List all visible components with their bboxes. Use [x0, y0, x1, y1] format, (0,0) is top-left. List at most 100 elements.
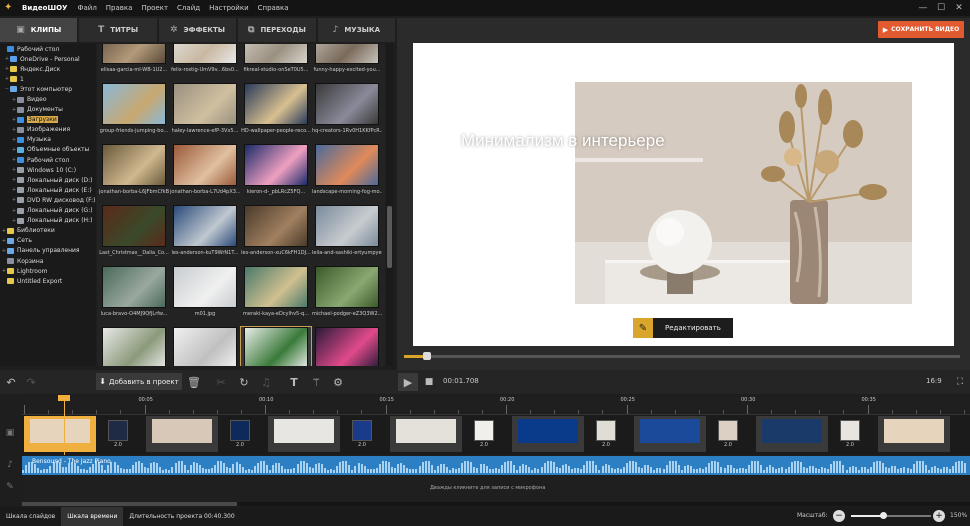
grid-scroll-thumb[interactable]: [387, 206, 392, 268]
fullscreen-icon[interactable]: ⛶: [952, 370, 968, 394]
aspect-ratio-selector[interactable]: 16:9: [926, 377, 942, 385]
audio-track-clip[interactable]: [22, 456, 970, 475]
tree-item[interactable]: + Документы: [0, 105, 96, 115]
tree-item[interactable]: + Яндекс.Диск: [0, 64, 96, 74]
minimize-icon[interactable]: —: [914, 0, 932, 16]
slide-subtitle-placeholder[interactable]: [463, 158, 703, 162]
media-thumbnail[interactable]: mini2_обработка.jpg: [170, 327, 240, 366]
edit-slide-button[interactable]: ✎ Редактировать: [633, 318, 733, 338]
transition-block[interactable]: [230, 420, 250, 441]
tab-titles[interactable]: T ТИТРЫ: [79, 18, 157, 42]
media-thumbnail[interactable]: HD-wallpaper-people-reco...: [241, 83, 311, 145]
tree-item[interactable]: + Локальный диск (G:): [0, 206, 96, 216]
media-thumbnail[interactable]: les-anderson-kuT9WrN1T...: [170, 205, 240, 267]
tree-item[interactable]: − Этот компьютер: [0, 84, 96, 94]
menu-edit[interactable]: Правка: [106, 4, 133, 12]
timeline-slide[interactable]: [756, 416, 828, 452]
preview-seek-handle[interactable]: [423, 352, 432, 360]
delete-icon[interactable]: 🗑: [186, 370, 202, 394]
timeline-ruler[interactable]: [22, 395, 970, 415]
tree-item[interactable]: Корзина: [0, 256, 96, 266]
timeline-scrollbar[interactable]: [22, 502, 970, 506]
transition-block[interactable]: [474, 420, 494, 441]
transition-block[interactable]: [108, 420, 128, 441]
zoom-out-button[interactable]: −: [833, 510, 845, 522]
playhead[interactable]: [64, 395, 65, 455]
maximize-icon[interactable]: ☐: [932, 0, 950, 16]
timeline-slide[interactable]: [512, 416, 584, 452]
media-thumbnail[interactable]: landscape-morning-fog-mo...: [312, 144, 382, 206]
transition-block[interactable]: [596, 420, 616, 441]
rotate-icon[interactable]: ↻: [236, 370, 252, 394]
timeline-slide[interactable]: [634, 416, 706, 452]
media-thumbnail[interactable]: leila-and-sashiki-ertyumpyeu...: [312, 205, 382, 267]
timeline-slide[interactable]: [268, 416, 340, 452]
tree-item[interactable]: + Локальный диск (E:): [0, 185, 96, 195]
transition-block[interactable]: [352, 420, 372, 441]
media-thumbnail[interactable]: meraki-kaya-eDcylhv5-q...: [241, 266, 311, 328]
media-thumbnail[interactable]: hq-creators-1Rv0H1KKfPcR...: [312, 83, 382, 145]
media-thumbnail[interactable]: mini1_обработка.jpg: [99, 327, 169, 366]
grid-scrollbar[interactable]: [386, 44, 393, 366]
close-icon[interactable]: ✕: [950, 0, 968, 16]
media-thumbnail[interactable]: luca-bravo-O4MJ9QfJLrfw...: [99, 266, 169, 328]
tree-item[interactable]: + Изображения: [0, 125, 96, 135]
media-thumbnail[interactable]: night-life-with-people-danci...: [312, 327, 382, 366]
timeline-scroll-thumb[interactable]: [22, 502, 237, 506]
slide-title-text[interactable]: Минимализм в интерьере: [461, 131, 665, 151]
media-thumbnail[interactable]: kieron-d-_pbLRcZ5FQ...: [241, 144, 311, 206]
media-thumbnail[interactable]: minimalism-interior.jpg: [240, 326, 312, 366]
timeline-slide[interactable]: [878, 416, 950, 452]
menu-project[interactable]: Проект: [141, 4, 168, 12]
media-thumbnail[interactable]: jonathan-borba-L6JFbmCfkBM...: [99, 144, 169, 206]
magic-wand-icon[interactable]: ⚚: [308, 370, 324, 394]
tree-item[interactable]: + Сеть: [0, 236, 96, 246]
add-to-project-button[interactable]: ⬇ Добавить в проект: [96, 373, 182, 390]
zoom-slider-handle[interactable]: [880, 512, 887, 519]
tab-effects[interactable]: ✲ ЭФФЕКТЫ: [158, 18, 237, 42]
tree-item[interactable]: + Загрузки: [0, 115, 96, 125]
media-thumbnail[interactable]: group-friends-jumping-bo...: [99, 83, 169, 145]
tree-item[interactable]: + Локальный диск (D:): [0, 175, 96, 185]
tree-item[interactable]: + Музыка: [0, 135, 96, 145]
transition-block[interactable]: [840, 420, 860, 441]
save-video-button[interactable]: ▶ СОХРАНИТЬ ВИДЕО: [878, 21, 964, 38]
tree-item[interactable]: + OneDrive - Personal: [0, 54, 96, 64]
media-thumbnail[interactable]: fikreal-studio-onSeT0U5...: [241, 44, 311, 84]
timeline-slide[interactable]: [24, 416, 96, 452]
media-thumbnail[interactable]: haley-lawrence-efP-3Vx5...: [170, 83, 240, 145]
volume-icon[interactable]: ♫: [258, 370, 274, 394]
tree-item[interactable]: Untitled Export: [0, 276, 96, 286]
media-thumbnail[interactable]: m01.jpg: [170, 266, 240, 328]
tab-transitions[interactable]: ⧉ ПЕРЕХОДЫ: [238, 18, 316, 42]
tree-item[interactable]: + DVD RW дисковод (F:): [0, 195, 96, 205]
media-thumbnail[interactable]: funny-happy-excited-you...: [312, 44, 382, 84]
media-thumbnail[interactable]: Last_Christmas__Dalia_Co...: [99, 205, 169, 267]
media-thumbnail[interactable]: les-anderson-xuC6kFH1DJ...: [241, 205, 311, 267]
tab-time-scale[interactable]: Шкала времени: [61, 507, 124, 526]
timeline-slide[interactable]: [390, 416, 462, 452]
cut-icon[interactable]: ✂: [213, 370, 229, 394]
redo-icon[interactable]: ↷: [22, 370, 40, 394]
menu-settings[interactable]: Настройки: [209, 4, 249, 12]
tree-item[interactable]: + Панель управления: [0, 246, 96, 256]
preview-seekbar[interactable]: [404, 355, 960, 358]
tree-item[interactable]: + Библиотеки: [0, 226, 96, 236]
tab-music[interactable]: ♪ МУЗЫКА: [317, 18, 396, 42]
undo-icon[interactable]: ↶: [2, 370, 20, 394]
tree-item[interactable]: Рабочий стол: [0, 44, 96, 54]
tree-item[interactable]: + Видео: [0, 94, 96, 104]
play-icon[interactable]: ▶: [398, 373, 418, 391]
tree-item[interactable]: + Объемные объекты: [0, 145, 96, 155]
media-thumbnail[interactable]: michael-podger-eZ3Q3W2...: [312, 266, 382, 328]
media-thumbnail[interactable]: elisaa-garcia-mI-WB-1U2...: [99, 44, 169, 84]
tree-item[interactable]: + Локальный диск (H:): [0, 216, 96, 226]
tree-item[interactable]: + Lightroom: [0, 266, 96, 276]
menu-help[interactable]: Справка: [258, 4, 289, 12]
stop-icon[interactable]: ■: [420, 370, 438, 394]
transition-block[interactable]: [718, 420, 738, 441]
tree-item[interactable]: +1: [0, 74, 96, 84]
tab-clips[interactable]: ▣ КЛИПЫ: [0, 18, 78, 42]
tree-item[interactable]: + Рабочий стол: [0, 155, 96, 165]
text-icon[interactable]: T: [286, 370, 302, 394]
